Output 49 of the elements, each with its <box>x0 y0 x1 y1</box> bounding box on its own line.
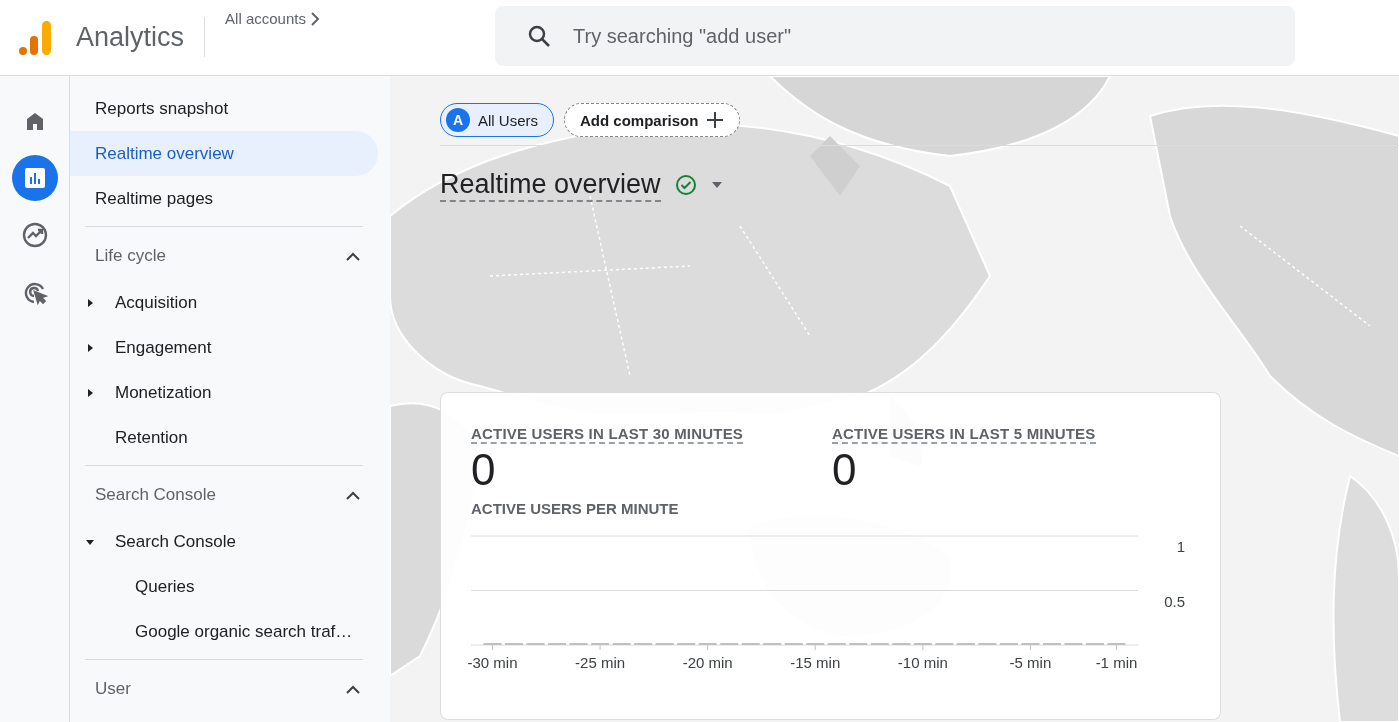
add-comparison-button[interactable]: Add comparison <box>564 103 741 137</box>
page-title: Realtime overview <box>440 168 661 202</box>
nav-item[interactable]: Queries <box>70 564 378 609</box>
chart-title: ACTIVE USERS PER MINUTE <box>471 500 679 517</box>
metric-label: ACTIVE USERS IN LAST 5 MINUTES <box>832 425 1096 444</box>
caret-right-icon <box>85 387 95 398</box>
app-name: Analytics <box>76 22 185 53</box>
metric-value: 0 <box>471 444 497 496</box>
axis-label: -30 min <box>467 654 518 671</box>
axis-label: -1 min <box>1095 654 1138 671</box>
avatar-badge: A <box>446 108 470 132</box>
rail-button[interactable] <box>11 155 58 201</box>
caret-down-icon[interactable] <box>710 181 723 189</box>
search-field[interactable]: Try searching "add user" <box>495 6 1296 66</box>
search-icon <box>527 24 552 48</box>
metric-value: 0 <box>832 444 858 496</box>
chevron-right-icon <box>309 11 320 26</box>
nav-section-header[interactable]: User <box>70 665 390 713</box>
caret-right-icon <box>85 342 95 353</box>
axis-label: 0.5 <box>1164 592 1185 610</box>
logo-icon <box>18 19 54 56</box>
nav-item[interactable]: Realtime pages <box>70 176 378 221</box>
axis-label: -5 min <box>1009 654 1052 671</box>
plus-icon <box>706 111 725 129</box>
nav-section-header[interactable]: Life cycle <box>70 232 390 280</box>
axis-label: -20 min <box>682 654 733 671</box>
axis-label: -25 min <box>575 654 626 671</box>
bar-chart-icon <box>23 167 46 189</box>
trend-circle-icon <box>21 222 48 248</box>
caret-right-icon <box>85 297 95 308</box>
chevron-up-icon <box>346 490 360 500</box>
nav-item[interactable]: Monetization <box>110 370 212 415</box>
segment-chip[interactable]: A All Users <box>440 103 554 137</box>
nav-item[interactable]: Engagement <box>110 325 212 370</box>
metric-label: ACTIVE USERS IN LAST 30 MINUTES <box>471 425 744 444</box>
account-link[interactable]: All accounts <box>225 10 496 27</box>
chevron-up-icon <box>346 251 360 261</box>
axis-label: -15 min <box>790 654 841 671</box>
nav-item[interactable]: Acquisition <box>110 280 198 325</box>
nav-item[interactable]: Retention <box>110 415 188 460</box>
nav-item[interactable]: Realtime overview <box>70 131 378 176</box>
axis-label: -10 min <box>897 654 948 671</box>
nav-item[interactable]: Reports snapshot <box>70 86 378 131</box>
axis-label: 1 <box>1176 538 1185 555</box>
chevron-up-icon <box>346 684 360 694</box>
nav-item[interactable]: Google organic search traf… <box>70 609 378 654</box>
search-input[interactable]: Try searching "add user" <box>571 23 1172 49</box>
nav-item[interactable]: Search Console <box>110 519 236 564</box>
nav-section-header[interactable]: Search Console <box>70 471 390 519</box>
